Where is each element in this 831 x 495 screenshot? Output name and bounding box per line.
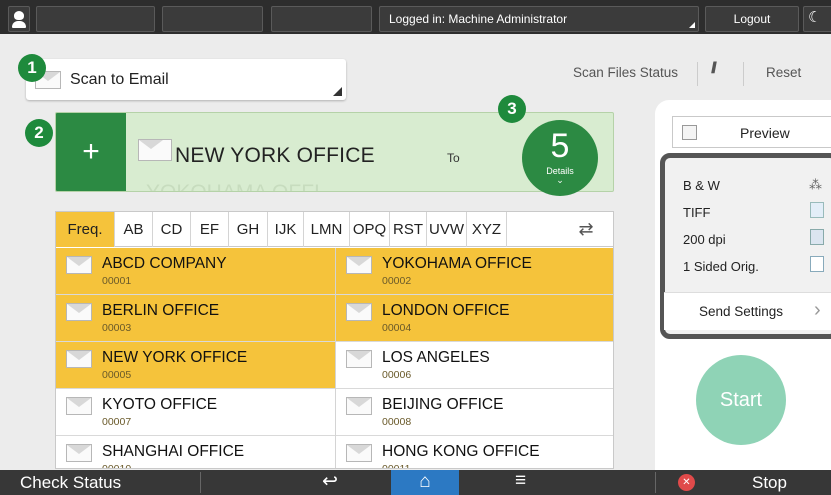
program-icon[interactable]: // [711,60,717,78]
divider [743,62,744,86]
mode-selector-dropdown[interactable]: Scan to Email [26,59,346,100]
envelope-icon [66,444,92,462]
next-destination-partial: YOKOHAMA OFFI [146,181,320,191]
preview-label: Preview [740,125,790,141]
top-status-bar: Logged in: Machine Administrator Logout … [0,0,831,34]
callout-badge-2: 2 [25,119,53,147]
user-icon[interactable] [8,6,30,32]
file-type-value: TIFF [683,205,711,220]
envelope-icon [66,350,92,368]
destination-name[interactable]: NEW YORK OFFICE [175,144,375,168]
tab-ijk[interactable]: IJK [268,212,304,247]
swap-order-icon[interactable]: ⇄ [566,212,606,247]
tab-rst[interactable]: RST [390,212,427,247]
chevron-down-icon: ⌄ [556,175,564,185]
tab-ef[interactable]: EF [191,212,229,247]
list-item[interactable]: NEW YORK OFFICE 00005 [56,342,335,389]
tab-ab[interactable]: AB [115,212,153,247]
index-tabs: Freq. AB CD EF GH IJK LMN OPQ RST UVW XY… [56,212,613,247]
send-settings-label: Send Settings [699,304,784,319]
envelope-icon [346,444,372,462]
destination-count-details-button[interactable]: 5 Details ⌄ [522,120,598,196]
tab-cd[interactable]: CD [153,212,191,247]
stop-icon[interactable]: ✕ [678,474,695,491]
envelope-icon [66,256,92,274]
send-settings-button[interactable]: Send Settings › [664,292,831,330]
divider [200,472,201,493]
list-item[interactable]: YOKOHAMA OFFICE 00002 [336,248,613,295]
envelope-icon [66,397,92,415]
chevron-right-icon: › [814,299,821,321]
bottom-nav-bar: Check Status ↩ ⌂ ≡ ✕ Stop [0,470,831,495]
envelope-icon [346,256,372,274]
reset-button[interactable]: Reset [766,65,801,80]
preview-checkbox[interactable] [682,125,697,140]
scan-files-status-button[interactable]: Scan Files Status [573,65,678,80]
one-sided-icon [810,256,824,272]
callout-badge-3: 3 [498,95,526,123]
envelope-icon [66,303,92,321]
back-icon[interactable]: ↩ [322,470,338,493]
tab-uvw[interactable]: UVW [427,212,467,247]
home-icon[interactable]: ⌂ [391,470,459,495]
menu-icon[interactable]: ≡ [515,470,526,492]
tab-freq[interactable]: Freq. [56,212,115,247]
add-destination-button[interactable]: + [56,113,126,191]
file-type-icon [810,202,824,218]
list-item[interactable]: SHANGHAI OFFICE 00010 [56,436,335,468]
list-item[interactable]: BEIJING OFFICE 00008 [336,389,613,436]
list-item[interactable]: BERLIN OFFICE 00003 [56,295,335,342]
start-button[interactable]: Start [696,355,786,445]
tab-opq[interactable]: OPQ [350,212,390,247]
tab-xyz[interactable]: XYZ [467,212,507,247]
energy-saver-icon[interactable]: ☾ [803,6,831,32]
envelope-icon [346,303,372,321]
tab-lmn[interactable]: LMN [304,212,350,247]
status-slot-3 [271,6,372,32]
list-item[interactable]: KYOTO OFFICE 00007 [56,389,335,436]
dropdown-corner-icon [333,87,342,96]
stop-button[interactable]: Stop [752,473,787,493]
tab-gh[interactable]: GH [229,212,268,247]
to-label: To [447,151,460,165]
list-item[interactable]: LOS ANGELES 00006 [336,342,613,389]
login-status[interactable]: Logged in: Machine Administrator [379,6,699,32]
mode-label: Scan to Email [70,71,169,88]
list-item[interactable]: LONDON OFFICE 00004 [336,295,613,342]
logout-button[interactable]: Logout [705,6,799,32]
list-item[interactable]: ABCD COMPANY 00001 [56,248,335,295]
divider [655,472,656,493]
sides-value: 1 Sided Orig. [683,259,759,274]
status-slot-1 [36,6,155,32]
printer-panel: Logged in: Machine Administrator Logout … [0,0,831,495]
callout-badge-1: 1 [18,54,46,82]
address-book: Freq. AB CD EF GH IJK LMN OPQ RST UVW XY… [55,211,614,469]
divider [697,62,698,86]
color-dots-icon: ⁂ [809,177,822,192]
login-status-text: Logged in: Machine Administrator [389,12,568,26]
destination-count: 5 [550,127,570,165]
resolution-value: 200 dpi [683,232,726,247]
envelope-icon [346,350,372,368]
envelope-icon [346,397,372,415]
resolution-icon [810,229,824,245]
list-item[interactable]: HONG KONG OFFICE 00011 [336,436,613,468]
envelope-icon [138,139,172,161]
check-status-button[interactable]: Check Status [20,473,121,493]
color-mode-value: B & W [683,178,720,193]
status-slot-2 [162,6,263,32]
preview-toggle[interactable]: Preview [672,116,831,148]
